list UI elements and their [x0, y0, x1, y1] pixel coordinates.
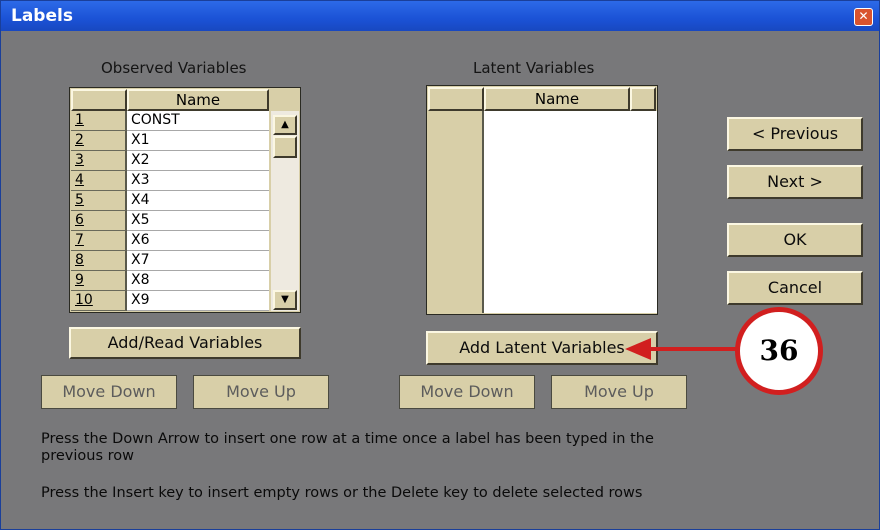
annotation-callout: 36 — [735, 307, 823, 395]
labels-dialog: Labels ✕ Observed Variables Name 1 CONST 2… — [0, 0, 880, 530]
annotation-arrowhead — [625, 338, 651, 360]
annotation-arrow — [625, 338, 739, 360]
